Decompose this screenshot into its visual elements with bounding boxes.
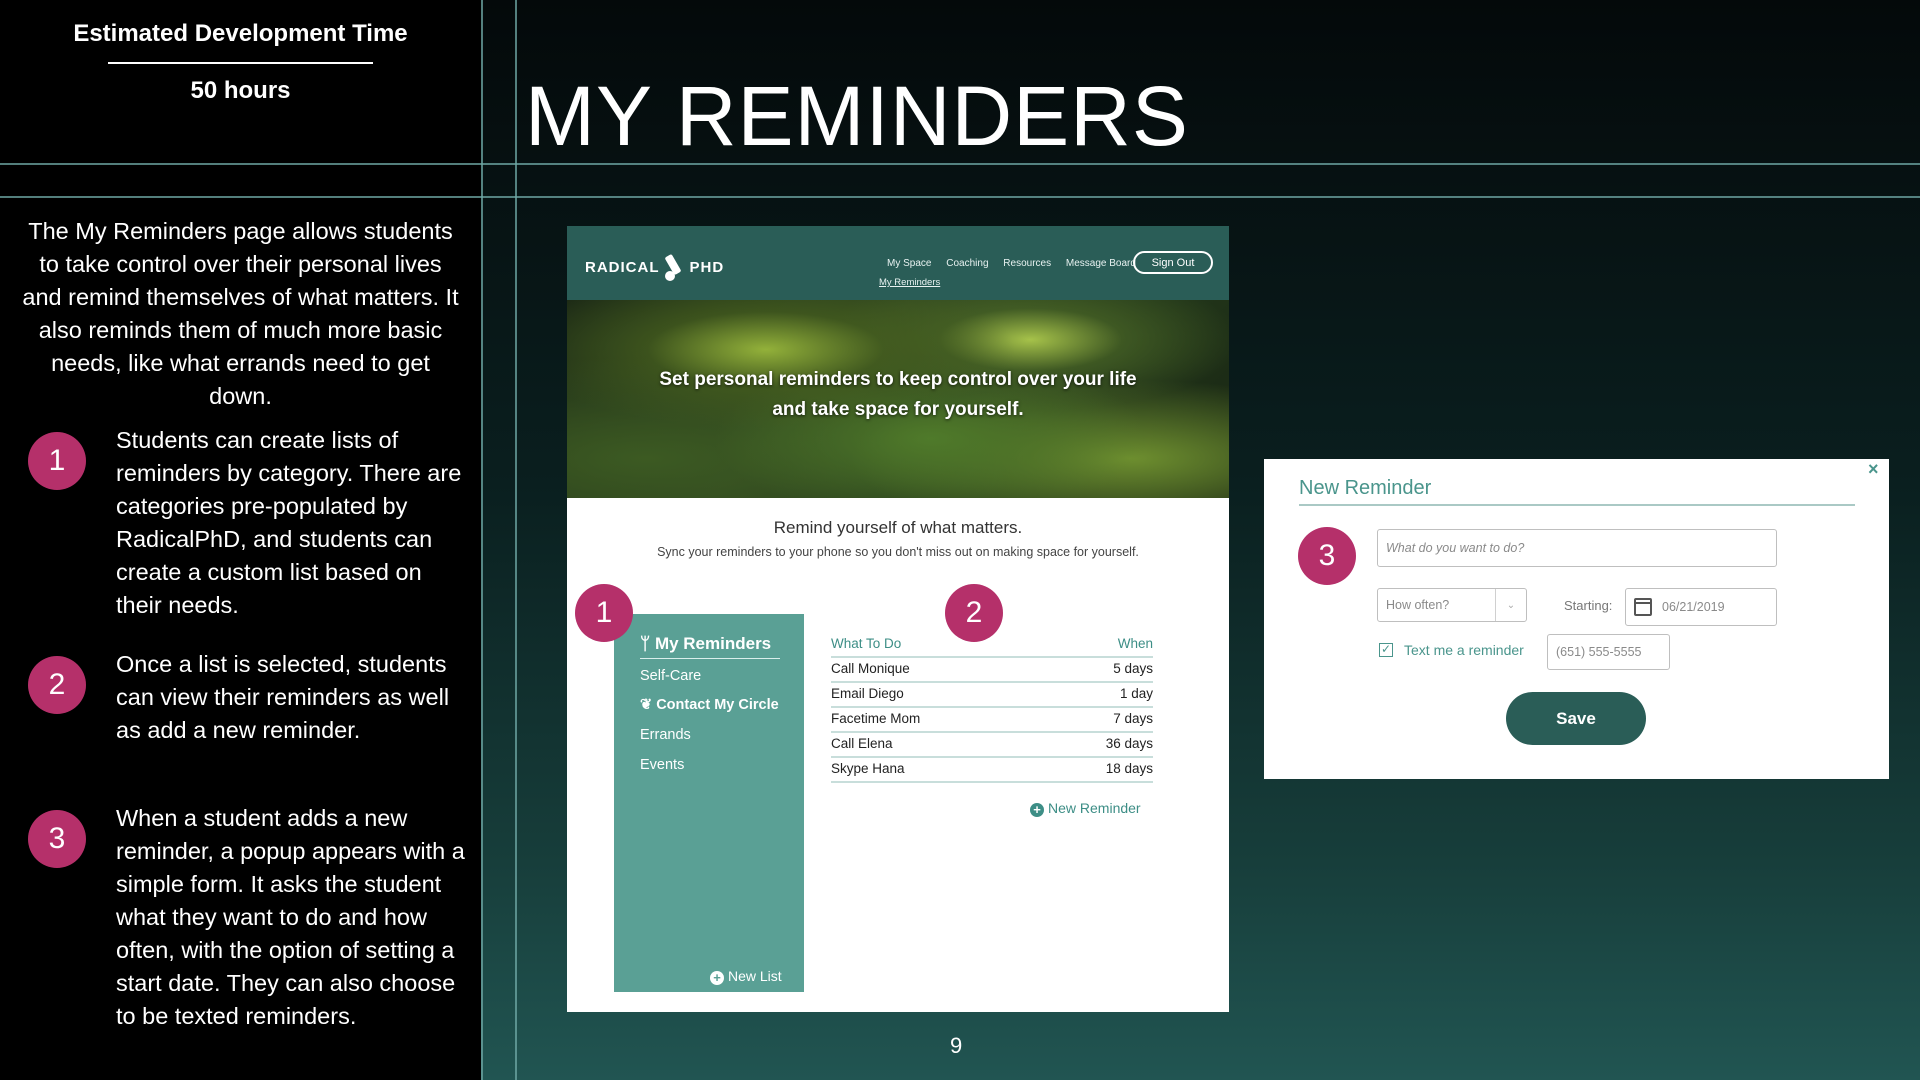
save-button[interactable]: Save <box>1506 692 1646 745</box>
plus-icon: + <box>1030 803 1044 817</box>
todo-what: Skype Hana <box>831 761 905 776</box>
nav-my-reminders[interactable]: My Reminders <box>879 277 940 288</box>
estimate-rule <box>108 62 373 64</box>
list-my-reminders[interactable]: ᛘ My Reminders <box>640 634 771 654</box>
divider-vertical-2 <box>515 0 517 1080</box>
point-2-badge: 2 <box>28 656 86 714</box>
text-me-label[interactable]: Text me a reminder <box>1404 642 1524 658</box>
leaf-icon: ❦ <box>640 697 653 713</box>
logo-text-left: RADICAL <box>585 259 660 276</box>
new-reminder-button[interactable]: + New Reminder <box>1030 800 1141 817</box>
point-2-text: Once a list is selected, students can vi… <box>116 651 450 743</box>
chevron-down-icon: ⌄ <box>1495 589 1526 621</box>
todo-what: Call Elena <box>831 736 893 751</box>
todo-when: 18 days <box>1105 761 1153 776</box>
row-rule <box>831 781 1153 783</box>
estimate-hours: 50 hours <box>190 77 291 104</box>
divider-vertical-1 <box>481 0 483 1080</box>
list-item-self-care[interactable]: Self-Care <box>640 668 701 684</box>
popup-title-rule <box>1299 504 1855 506</box>
todo-what: Facetime Mom <box>831 711 921 726</box>
popup-title: New Reminder <box>1299 477 1432 499</box>
table-row[interactable]: Facetime Mom 7 days <box>831 711 1153 726</box>
flask-icon <box>664 254 681 281</box>
logo-text-right: PHD <box>689 259 725 276</box>
how-often-select[interactable]: How often? ⌄ <box>1377 588 1527 622</box>
sprout-icon: ᛘ <box>640 634 651 653</box>
point-1-text: Students can create lists of reminders b… <box>116 427 462 618</box>
new-reminder-label: New Reminder <box>1048 800 1141 816</box>
intro-text: The My Reminders page allows students to… <box>22 218 459 409</box>
list-item-events[interactable]: Events <box>640 757 684 773</box>
todo-col-when: When <box>1117 636 1153 651</box>
calendar-icon <box>1634 598 1652 616</box>
radicalphd-logo[interactable]: RADICAL PHD <box>585 252 724 284</box>
hero-line-2: and take space for yourself. <box>772 399 1024 420</box>
nav-my-space[interactable]: My Space <box>887 258 931 269</box>
hero-line-1: Set personal reminders to keep control o… <box>659 369 1137 390</box>
close-icon[interactable]: × <box>1868 459 1879 480</box>
point-1-badge: 1 <box>28 432 86 490</box>
website-mockup: RADICAL PHD My Space Coaching Resources M… <box>567 226 1229 1012</box>
todo-what: Email Diego <box>831 686 904 701</box>
starting-label: Starting: <box>1564 598 1613 613</box>
todo-when: 5 days <box>1113 661 1153 676</box>
row-rule <box>831 681 1153 683</box>
table-row[interactable]: Call Elena 36 days <box>831 736 1153 751</box>
mockup-navbar: RADICAL PHD My Space Coaching Resources M… <box>567 226 1229 300</box>
nav-coaching[interactable]: Coaching <box>946 258 988 269</box>
how-often-value: How often? <box>1386 598 1450 612</box>
new-list-button[interactable]: + New List <box>710 968 782 985</box>
point-3-text: When a student adds a new reminder, a po… <box>116 805 465 1029</box>
new-list-label: New List <box>728 968 782 984</box>
todo-header: What To Do When <box>831 636 1153 651</box>
sign-out-button[interactable]: Sign Out <box>1133 251 1213 274</box>
new-reminder-popup: New Reminder × 3 What do you want to do?… <box>1264 459 1889 779</box>
list-item-contact-label: Contact My Circle <box>656 697 779 713</box>
text-me-checkbox[interactable]: ✓ <box>1379 643 1393 657</box>
hero-text: Set personal reminders to keep control o… <box>567 300 1229 425</box>
todo-when: 1 day <box>1119 686 1153 701</box>
phone-input[interactable]: (651) 555-5555 <box>1547 634 1670 670</box>
row-rule <box>831 731 1153 733</box>
todo-header-rule <box>831 656 1153 658</box>
table-row[interactable]: Skype Hana 18 days <box>831 761 1153 776</box>
callout-badge-3: 3 <box>1298 527 1356 585</box>
callout-badge-1: 1 <box>575 584 633 642</box>
nav-resources[interactable]: Resources <box>1003 258 1051 269</box>
table-row[interactable]: Email Diego 1 day <box>831 686 1153 701</box>
list-title-label: My Reminders <box>654 634 772 653</box>
remind-heading: Remind yourself of what matters. <box>773 518 1023 537</box>
page-number: 9 <box>950 1033 963 1058</box>
row-rule <box>831 706 1153 708</box>
list-item-contact-my-circle[interactable]: ❦ Contact My Circle <box>640 697 779 713</box>
what-to-do-input[interactable]: What do you want to do? <box>1377 529 1777 567</box>
list-title-rule <box>640 658 780 659</box>
plus-icon: + <box>710 971 724 985</box>
point-3-badge: 3 <box>28 810 86 868</box>
callout-badge-2: 2 <box>945 584 1003 642</box>
todo-what: Call Monique <box>831 661 910 676</box>
nav-message-board[interactable]: Message Board <box>1066 258 1136 269</box>
nav-links: My Space Coaching Resources Message Boar… <box>887 258 1148 269</box>
todo-col-what: What To Do <box>831 636 902 651</box>
start-date-input[interactable]: 06/21/2019 <box>1625 588 1777 626</box>
table-row[interactable]: Call Monique 5 days <box>831 661 1153 676</box>
reminder-lists-panel: ᛘ My Reminders Self-Care ❦ Contact My Ci… <box>614 614 804 992</box>
divider-horizontal-2 <box>0 196 1920 198</box>
start-date-value: 06/21/2019 <box>1662 600 1725 614</box>
estimate-title: Estimated Development Time <box>73 20 408 47</box>
list-item-errands[interactable]: Errands <box>640 727 691 743</box>
todo-when: 36 days <box>1105 736 1153 751</box>
todo-when: 7 days <box>1113 711 1153 726</box>
page-title: MY REMINDERS <box>525 69 1189 163</box>
remind-subtext: Sync your reminders to your phone so you… <box>657 545 1139 559</box>
row-rule <box>831 756 1153 758</box>
